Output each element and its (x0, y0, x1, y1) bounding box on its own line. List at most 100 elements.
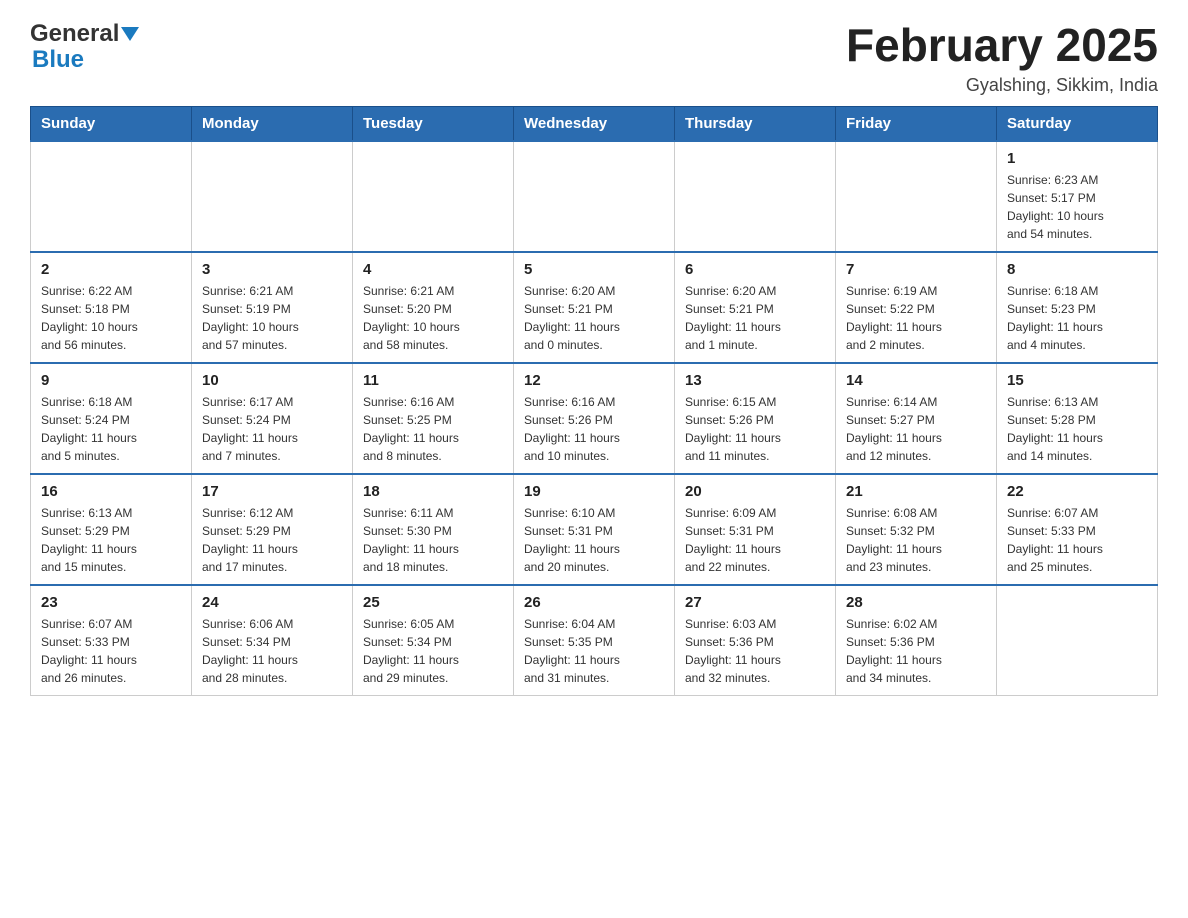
calendar-week-row: 16Sunrise: 6:13 AM Sunset: 5:29 PM Dayli… (31, 474, 1158, 585)
day-info: Sunrise: 6:17 AM Sunset: 5:24 PM Dayligh… (202, 393, 342, 465)
calendar-cell: 23Sunrise: 6:07 AM Sunset: 5:33 PM Dayli… (31, 585, 192, 696)
day-info: Sunrise: 6:23 AM Sunset: 5:17 PM Dayligh… (1007, 171, 1147, 243)
day-info: Sunrise: 6:22 AM Sunset: 5:18 PM Dayligh… (41, 282, 181, 354)
calendar-day-header: Saturday (997, 106, 1158, 141)
day-info: Sunrise: 6:15 AM Sunset: 5:26 PM Dayligh… (685, 393, 825, 465)
calendar-cell: 25 Sunrise: 6:05 AM Sunset: 5:34 PM Dayli… (353, 585, 514, 696)
day-info: Sunrise: 6:16 AM Sunset: 5:25 PM Dayligh… (363, 393, 503, 465)
calendar-cell: 13 Sunrise: 6:15 AM Sunset: 5:26 PM Dayli… (675, 363, 836, 474)
day-number: 16 (41, 483, 181, 500)
calendar-cell: 19 Sunrise: 6:10 AM Sunset: 5:31 PM Dayli… (514, 474, 675, 585)
day-number: 28 (846, 594, 986, 611)
day-info: Sunrise: 6:04 AM Sunset: 5:35 PM Dayligh… (524, 615, 664, 687)
calendar-week-row: 2 Sunrise: 6:22 AM Sunset: 5:18 PM Daylig… (31, 252, 1158, 363)
calendar-cell: 2 Sunrise: 6:22 AM Sunset: 5:18 PM Daylig… (31, 252, 192, 363)
day-number: 21 (846, 483, 986, 500)
day-info: Sunrise: 6:18 AM Sunset: 5:23 PM Dayligh… (1007, 282, 1147, 354)
day-info: Sunrise: 6:21 AM Sunset: 5:20 PM Dayligh… (363, 282, 503, 354)
calendar-day-header: Thursday (675, 106, 836, 141)
logo-arrow-icon (121, 25, 139, 43)
day-info: Sunrise: 6:05 AM Sunset: 5:34 PM Dayligh… (363, 615, 503, 687)
calendar-cell: 5 Sunrise: 6:20 AM Sunset: 5:21 PM Daylig… (514, 252, 675, 363)
calendar-cell: 20 Sunrise: 6:09 AM Sunset: 5:31 PM Dayli… (675, 474, 836, 585)
calendar-cell (31, 141, 192, 252)
calendar-cell: 17 Sunrise: 6:12 AM Sunset: 5:29 PM Dayli… (192, 474, 353, 585)
calendar-cell: 21 Sunrise: 6:08 AM Sunset: 5:32 PM Dayli… (836, 474, 997, 585)
day-info: Sunrise: 6:16 AM Sunset: 5:26 PM Dayligh… (524, 393, 664, 465)
calendar-cell: 16Sunrise: 6:13 AM Sunset: 5:29 PM Dayli… (31, 474, 192, 585)
calendar-cell (514, 141, 675, 252)
day-number: 6 (685, 261, 825, 278)
day-number: 20 (685, 483, 825, 500)
day-number: 18 (363, 483, 503, 500)
calendar-day-header: Friday (836, 106, 997, 141)
calendar-cell (997, 585, 1158, 696)
day-info: Sunrise: 6:14 AM Sunset: 5:27 PM Dayligh… (846, 393, 986, 465)
day-number: 8 (1007, 261, 1147, 278)
day-info: Sunrise: 6:10 AM Sunset: 5:31 PM Dayligh… (524, 504, 664, 576)
day-info: Sunrise: 6:03 AM Sunset: 5:36 PM Dayligh… (685, 615, 825, 687)
calendar-cell: 12 Sunrise: 6:16 AM Sunset: 5:26 PM Dayli… (514, 363, 675, 474)
location: Gyalshing, Sikkim, India (846, 75, 1158, 96)
logo: General Blue (30, 20, 139, 74)
calendar-header-row: SundayMondayTuesdayWednesdayThursdayFrid… (31, 106, 1158, 141)
day-info: Sunrise: 6:08 AM Sunset: 5:32 PM Dayligh… (846, 504, 986, 576)
day-number: 27 (685, 594, 825, 611)
calendar-cell: 9 Sunrise: 6:18 AM Sunset: 5:24 PM Daylig… (31, 363, 192, 474)
calendar-cell: 3 Sunrise: 6:21 AM Sunset: 5:19 PM Daylig… (192, 252, 353, 363)
calendar-cell: 14 Sunrise: 6:14 AM Sunset: 5:27 PM Dayli… (836, 363, 997, 474)
day-number: 24 (202, 594, 342, 611)
calendar-table: SundayMondayTuesdayWednesdayThursdayFrid… (30, 106, 1158, 696)
calendar-cell (675, 141, 836, 252)
calendar-cell (353, 141, 514, 252)
calendar-cell: 10 Sunrise: 6:17 AM Sunset: 5:24 PM Dayli… (192, 363, 353, 474)
calendar-cell: 28 Sunrise: 6:02 AM Sunset: 5:36 PM Dayli… (836, 585, 997, 696)
calendar-cell: 11 Sunrise: 6:16 AM Sunset: 5:25 PM Dayli… (353, 363, 514, 474)
day-info: Sunrise: 6:07 AM Sunset: 5:33 PM Dayligh… (41, 615, 181, 687)
calendar-cell: 26 Sunrise: 6:04 AM Sunset: 5:35 PM Dayli… (514, 585, 675, 696)
calendar-cell: 27 Sunrise: 6:03 AM Sunset: 5:36 PM Dayli… (675, 585, 836, 696)
day-number: 1 (1007, 150, 1147, 167)
logo-blue-text: Blue (32, 46, 84, 74)
day-info: Sunrise: 6:13 AM Sunset: 5:28 PM Dayligh… (1007, 393, 1147, 465)
day-info: Sunrise: 6:12 AM Sunset: 5:29 PM Dayligh… (202, 504, 342, 576)
day-number: 5 (524, 261, 664, 278)
calendar-week-row: 23Sunrise: 6:07 AM Sunset: 5:33 PM Dayli… (31, 585, 1158, 696)
calendar-week-row: 1 Sunrise: 6:23 AM Sunset: 5:17 PM Daylig… (31, 141, 1158, 252)
calendar-cell: 8 Sunrise: 6:18 AM Sunset: 5:23 PM Daylig… (997, 252, 1158, 363)
day-info: Sunrise: 6:07 AM Sunset: 5:33 PM Dayligh… (1007, 504, 1147, 576)
day-number: 22 (1007, 483, 1147, 500)
day-number: 11 (363, 372, 503, 389)
day-number: 14 (846, 372, 986, 389)
calendar-cell: 4Sunrise: 6:21 AM Sunset: 5:20 PM Daylig… (353, 252, 514, 363)
day-info: Sunrise: 6:18 AM Sunset: 5:24 PM Dayligh… (41, 393, 181, 465)
calendar-cell: 18 Sunrise: 6:11 AM Sunset: 5:30 PM Dayli… (353, 474, 514, 585)
day-number: 10 (202, 372, 342, 389)
calendar-cell: 1 Sunrise: 6:23 AM Sunset: 5:17 PM Daylig… (997, 141, 1158, 252)
day-info: Sunrise: 6:11 AM Sunset: 5:30 PM Dayligh… (363, 504, 503, 576)
calendar-day-header: Tuesday (353, 106, 514, 141)
day-number: 12 (524, 372, 664, 389)
day-number: 26 (524, 594, 664, 611)
day-info: Sunrise: 6:20 AM Sunset: 5:21 PM Dayligh… (524, 282, 664, 354)
day-info: Sunrise: 6:09 AM Sunset: 5:31 PM Dayligh… (685, 504, 825, 576)
day-number: 19 (524, 483, 664, 500)
calendar-cell: 15Sunrise: 6:13 AM Sunset: 5:28 PM Dayli… (997, 363, 1158, 474)
day-number: 9 (41, 372, 181, 389)
day-number: 13 (685, 372, 825, 389)
day-number: 17 (202, 483, 342, 500)
calendar-cell: 22 Sunrise: 6:07 AM Sunset: 5:33 PM Dayli… (997, 474, 1158, 585)
month-title: February 2025 (846, 20, 1158, 71)
calendar-cell: 7Sunrise: 6:19 AM Sunset: 5:22 PM Daylig… (836, 252, 997, 363)
calendar-cell: 6Sunrise: 6:20 AM Sunset: 5:21 PM Daylig… (675, 252, 836, 363)
calendar-day-header: Monday (192, 106, 353, 141)
calendar-cell (192, 141, 353, 252)
calendar-day-header: Wednesday (514, 106, 675, 141)
day-number: 3 (202, 261, 342, 278)
day-number: 25 (363, 594, 503, 611)
calendar-week-row: 9 Sunrise: 6:18 AM Sunset: 5:24 PM Daylig… (31, 363, 1158, 474)
day-info: Sunrise: 6:02 AM Sunset: 5:36 PM Dayligh… (846, 615, 986, 687)
day-info: Sunrise: 6:06 AM Sunset: 5:34 PM Dayligh… (202, 615, 342, 687)
day-info: Sunrise: 6:21 AM Sunset: 5:19 PM Dayligh… (202, 282, 342, 354)
day-number: 2 (41, 261, 181, 278)
